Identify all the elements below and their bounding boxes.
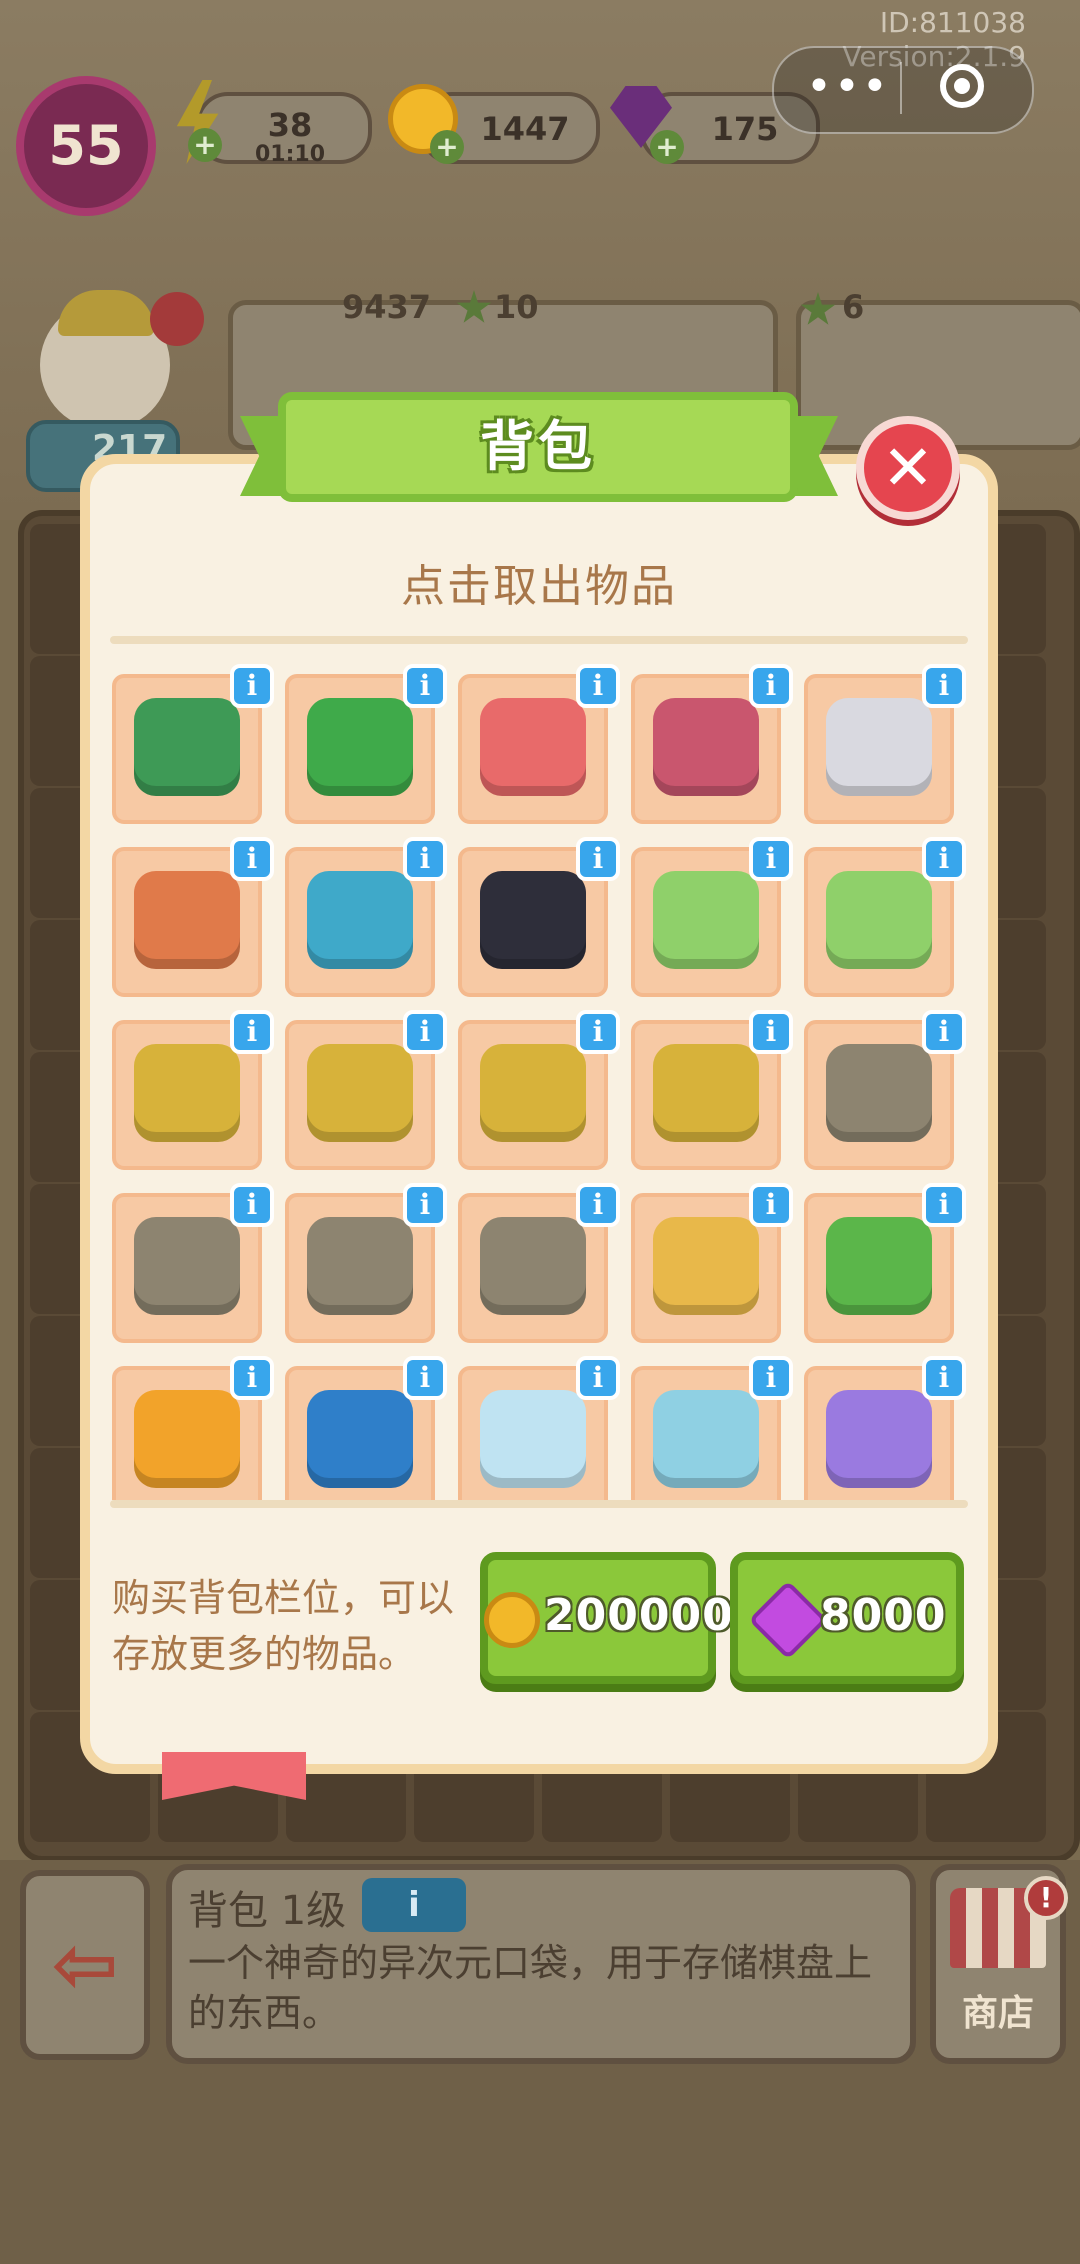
order-star-count: 6 (842, 288, 865, 326)
buy-gems-price: 8000 (820, 1590, 947, 1641)
info-icon[interactable]: i (922, 1010, 966, 1054)
basket-blue-gears-icon (307, 871, 413, 969)
sleeping-bag-icon (826, 1390, 932, 1488)
info-icon[interactable]: i (576, 1183, 620, 1227)
info-icon[interactable]: i (403, 1183, 447, 1227)
roller-icon (826, 698, 932, 796)
backpack-title: 背包 (480, 415, 596, 478)
energy-timer: 01:10 (254, 142, 326, 167)
alert-icon (150, 292, 204, 346)
order-star-count: 10 (494, 288, 539, 326)
exit-program-icon[interactable] (940, 64, 984, 108)
info-icon[interactable]: i (922, 664, 966, 708)
info-icon[interactable]: i (230, 837, 274, 881)
info-icon[interactable]: i (230, 1010, 274, 1054)
level-value: 55 (48, 114, 124, 177)
hammer-icon (134, 871, 240, 969)
energy-plus-icon[interactable]: + (188, 128, 222, 162)
player-id: ID:811038 (879, 6, 1026, 39)
saw-icon (307, 698, 413, 796)
info-icon[interactable]: i (749, 1183, 793, 1227)
buy-coins-price: 200000 (544, 1590, 734, 1641)
robot-vacuum-icon (480, 1390, 586, 1488)
buy-slot-description: 购买背包栏位，可以存放更多的物品。 (112, 1576, 455, 1676)
info-icon[interactable]: i (749, 837, 793, 881)
info-icon[interactable]: i (922, 1183, 966, 1227)
basket-tires-icon (480, 871, 586, 969)
flower-basket-icon (134, 1390, 240, 1488)
close-icon[interactable]: ✕ (856, 416, 960, 520)
item-info-icon[interactable]: i (362, 1878, 466, 1932)
info-icon[interactable]: i (749, 1010, 793, 1054)
circuit-board-icon (307, 1390, 413, 1488)
info-icon[interactable]: i (749, 664, 793, 708)
info-icon[interactable]: i (230, 664, 274, 708)
wheelbarrow-with-tools-icon (653, 698, 759, 796)
item-info-title: 背包 1级 (188, 1888, 347, 1934)
energy-value: 38 (267, 106, 313, 144)
info-icon[interactable]: i (230, 1183, 274, 1227)
green-chest-icon (134, 698, 240, 796)
shopping-cart-duck-icon (653, 1044, 759, 1142)
green-laptop-icon (653, 871, 759, 969)
pot-sprout-icon (653, 1217, 759, 1315)
storage-locker-icon (480, 1217, 586, 1315)
shopping-cart-duck-icon (307, 1044, 413, 1142)
shop-alert-icon: ! (1024, 1876, 1068, 1920)
shopping-cart-duck-icon (134, 1044, 240, 1142)
info-icon[interactable]: i (922, 1356, 966, 1400)
bucket-with-tools-icon (480, 698, 586, 796)
storage-locker-icon (307, 1217, 413, 1315)
gem-plus-icon[interactable]: + (650, 130, 684, 164)
info-icon[interactable]: i (403, 1010, 447, 1054)
instruction-text: 点击取出物品 (401, 561, 677, 612)
green-laptop-icon (826, 871, 932, 969)
vacuum-station-icon (653, 1390, 759, 1488)
capsule-divider (900, 62, 902, 114)
coin-value: 1447 (480, 110, 570, 148)
more-menu-icon[interactable]: ••• (806, 65, 888, 109)
info-icon[interactable]: i (749, 1356, 793, 1400)
info-icon[interactable]: i (403, 837, 447, 881)
info-icon[interactable]: i (922, 837, 966, 881)
info-icon[interactable]: i (576, 837, 620, 881)
shopping-cart-duck-icon (480, 1044, 586, 1142)
info-icon[interactable]: i (576, 1010, 620, 1054)
coin-plus-icon[interactable]: + (430, 130, 464, 164)
info-icon[interactable]: i (576, 664, 620, 708)
item-info-description: 一个神奇的异次元口袋，用于存储棋盘上的东西。 (188, 1941, 873, 2035)
info-icon[interactable]: i (403, 1356, 447, 1400)
shop-label[interactable]: 商店 (930, 1984, 1066, 2036)
divider (110, 636, 968, 644)
storage-locker-icon (826, 1044, 932, 1142)
info-icon[interactable]: i (576, 1356, 620, 1400)
order-points: 9437 (342, 288, 432, 326)
coin-icon (484, 1592, 540, 1648)
divider (110, 1500, 968, 1508)
pot-plant-icon (826, 1217, 932, 1315)
info-icon[interactable]: i (403, 664, 447, 708)
exit-arrow-icon[interactable]: ⇦ (40, 1920, 130, 2010)
storage-locker-icon (134, 1217, 240, 1315)
info-icon[interactable]: i (230, 1356, 274, 1400)
item-grid[interactable]: i i i i i i i i i i i i i i i i i i i i i i i i i (112, 660, 972, 1500)
